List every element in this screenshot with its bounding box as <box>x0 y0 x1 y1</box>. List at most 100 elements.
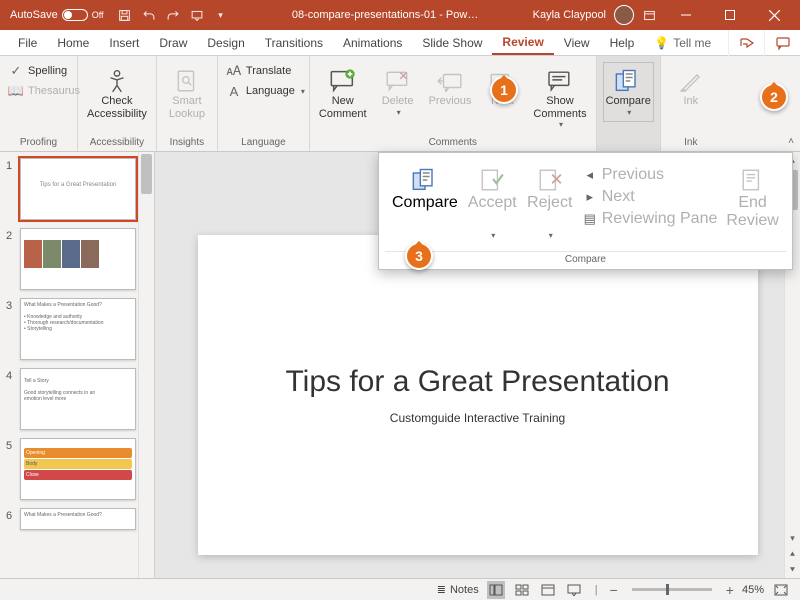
delete-comment-icon <box>385 67 411 95</box>
slideshow-view-icon[interactable] <box>565 581 583 599</box>
toggle-icon <box>62 9 88 21</box>
chevron-down-icon: ▾ <box>491 231 495 240</box>
qat-dropdown-icon[interactable]: ▾ <box>214 8 228 22</box>
start-slideshow-icon[interactable] <box>190 8 204 22</box>
check-accessibility-label: Check Accessibility <box>87 95 147 120</box>
tab-file[interactable]: File <box>8 30 47 55</box>
thumbnail-5[interactable]: 5 Opening Body Close <box>6 438 136 500</box>
tell-me-search[interactable]: 💡 Tell me <box>654 30 711 55</box>
group-proofing: ✓Spelling 📖Thesaurus Proofing <box>0 56 78 151</box>
show-comments-button[interactable]: Show Comments▾ <box>530 62 589 134</box>
share-button[interactable] <box>728 30 764 56</box>
zoom-in-button[interactable]: + <box>726 582 734 598</box>
undo-icon[interactable] <box>142 8 156 22</box>
scroll-down-icon[interactable]: ▾ <box>785 530 800 546</box>
smart-lookup-button[interactable]: Smart Lookup <box>163 62 211 125</box>
normal-view-icon[interactable] <box>487 581 505 599</box>
language-label: Language <box>246 85 295 97</box>
tab-help[interactable]: Help <box>600 30 645 55</box>
translate-button[interactable]: 🗚Translate <box>224 62 307 80</box>
workspace: 1 Tips for a Great Presentation 2 3 What… <box>0 152 800 578</box>
ink-button[interactable]: Ink <box>667 62 715 113</box>
thumbnail-3[interactable]: 3 What Makes a Presentation Good?• Knowl… <box>6 298 136 360</box>
accessibility-icon <box>104 67 130 95</box>
comments-group-title: Comments <box>316 137 590 151</box>
thumbnails-scrollbar[interactable] <box>138 152 154 578</box>
check-accessibility-button[interactable]: Check Accessibility <box>84 62 150 125</box>
language-icon: A <box>226 83 242 99</box>
slide-sorter-icon[interactable] <box>513 581 531 599</box>
dropdown-accept-button[interactable]: Accept▾ <box>465 161 520 245</box>
thumbnail-preview: Tell a StoryGood storytelling connects i… <box>20 368 136 430</box>
ribbon-tabs: File Home Insert Draw Design Transitions… <box>0 30 800 56</box>
slide-thumbnails-pane: 1 Tips for a Great Presentation 2 3 What… <box>0 152 155 578</box>
zoom-value[interactable]: 45% <box>742 584 764 596</box>
translate-icon: 🗚 <box>226 63 242 79</box>
notes-button[interactable]: ≣Notes <box>437 583 479 596</box>
tab-animations[interactable]: Animations <box>333 30 412 55</box>
thumbnail-1[interactable]: 1 Tips for a Great Presentation <box>6 158 136 220</box>
slide-canvas[interactable]: Tips for a Great Presentation Customguid… <box>198 235 758 555</box>
tab-home[interactable]: Home <box>47 30 99 55</box>
spelling-label: Spelling <box>28 65 67 77</box>
dropdown-end-review-button[interactable]: End Review <box>723 161 781 236</box>
reading-view-icon[interactable] <box>539 581 557 599</box>
thumbnail-6[interactable]: 6 What Makes a Presentation Good? <box>6 508 136 530</box>
delete-comment-button[interactable]: Delete▾ <box>374 62 422 122</box>
slide-title: Tips for a Great Presentation <box>285 365 669 399</box>
spelling-button[interactable]: ✓Spelling <box>6 62 82 80</box>
thumbnail-preview: Opening Body Close <box>20 438 136 500</box>
zoom-slider[interactable] <box>632 588 712 591</box>
minimize-button[interactable] <box>664 0 708 30</box>
group-compare: Compare▾ Compare <box>597 56 661 151</box>
dropdown-next-button[interactable]: ▸Next <box>580 187 720 207</box>
tab-draw[interactable]: Draw <box>149 30 197 55</box>
dropdown-next-label: Next <box>602 188 635 206</box>
tab-transitions[interactable]: Transitions <box>255 30 333 55</box>
notes-icon: ≣ <box>437 583 446 596</box>
dropdown-compare-label: Compare <box>392 194 458 212</box>
end-review-icon <box>740 166 766 194</box>
dropdown-previous-button[interactable]: ◂Previous <box>580 165 720 185</box>
tab-slideshow[interactable]: Slide Show <box>412 30 492 55</box>
language-button[interactable]: ALanguage▾ <box>224 82 307 100</box>
compare-button[interactable]: Compare▾ <box>603 62 654 122</box>
tab-review[interactable]: Review <box>492 30 553 55</box>
thumbnail-preview: What Makes a Presentation Good? <box>20 508 136 530</box>
next-slide-icon[interactable]: ⯆ <box>785 562 800 578</box>
tab-design[interactable]: Design <box>197 30 254 55</box>
collapse-ribbon-icon[interactable]: ˄ <box>788 136 794 147</box>
tab-insert[interactable]: Insert <box>99 30 149 55</box>
dropdown-reviewing-pane-button[interactable]: ▤Reviewing Pane <box>580 209 720 229</box>
chevron-down-icon: ▾ <box>559 120 563 129</box>
compare-icon <box>614 67 642 95</box>
fit-to-window-icon[interactable] <box>772 581 790 599</box>
thumbnail-2[interactable]: 2 <box>6 228 136 290</box>
autosave-toggle[interactable]: AutoSave Off <box>10 9 104 21</box>
maximize-button[interactable] <box>708 0 752 30</box>
new-comment-label: New Comment <box>319 95 367 120</box>
new-comment-button[interactable]: New Comment <box>316 62 370 125</box>
pane-icon: ▤ <box>582 211 598 227</box>
ribbon-body: ✓Spelling 📖Thesaurus Proofing Check Acce… <box>0 56 800 152</box>
thesaurus-button[interactable]: 📖Thesaurus <box>6 82 82 100</box>
avatar-icon[interactable] <box>614 5 634 25</box>
previous-comment-icon <box>437 67 463 95</box>
user-name: Kayla Claypool <box>533 9 606 21</box>
smart-lookup-icon <box>174 67 200 95</box>
zoom-out-button[interactable]: − <box>610 582 618 598</box>
previous-comment-button[interactable]: Previous <box>426 62 475 113</box>
tab-view[interactable]: View <box>554 30 600 55</box>
close-button[interactable] <box>752 0 796 30</box>
thumbnail-4[interactable]: 4 Tell a StoryGood storytelling connects… <box>6 368 136 430</box>
save-icon[interactable] <box>118 8 132 22</box>
dropdown-reject-button[interactable]: Reject▾ <box>524 161 576 245</box>
prev-slide-icon[interactable]: ⯅ <box>785 546 800 562</box>
accessibility-group-title: Accessibility <box>84 137 150 151</box>
show-comments-label: Show Comments <box>533 95 586 120</box>
comments-button[interactable] <box>764 30 800 56</box>
chevron-down-icon: ▾ <box>627 108 631 117</box>
dropdown-compare-button[interactable]: Compare <box>389 161 461 217</box>
ribbon-options-icon[interactable] <box>642 8 656 22</box>
redo-icon[interactable] <box>166 8 180 22</box>
